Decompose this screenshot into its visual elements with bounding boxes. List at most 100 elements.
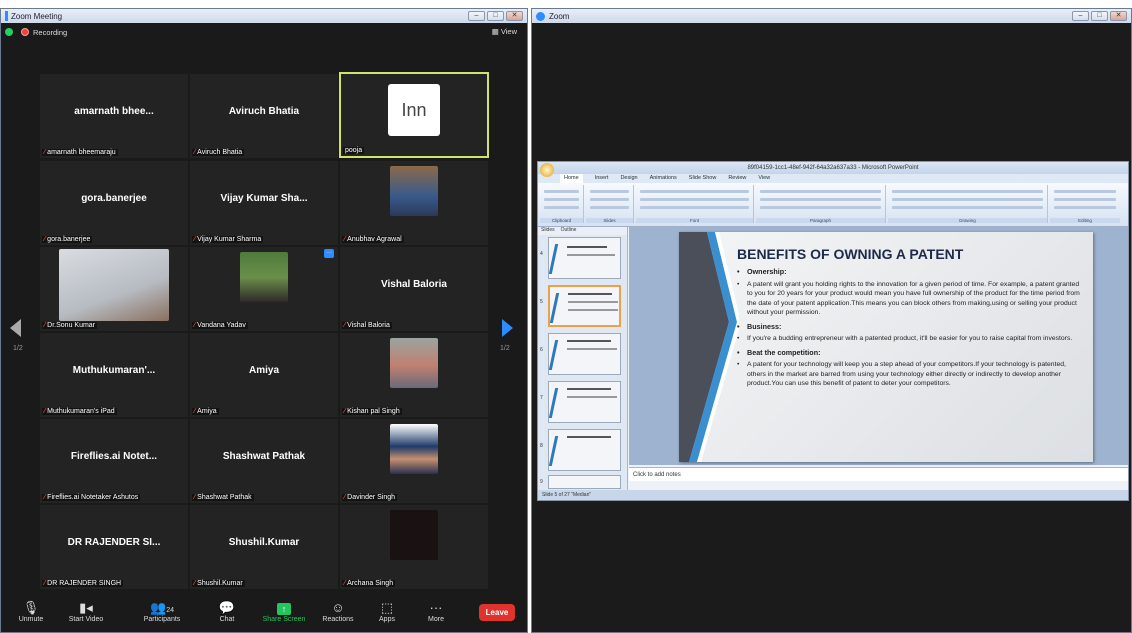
participant-tile[interactable]: DR RAJENDER SI... ⁄ DR RAJENDER SINGH [40, 505, 188, 589]
tab-review[interactable]: Review [728, 174, 746, 183]
participant-tile[interactable]: ··· ⁄ Vandana Yadav [190, 247, 338, 331]
participant-name: Fireflies.ai Notet... [70, 451, 158, 462]
more-button[interactable]: ··· More [411, 600, 461, 623]
powerpoint-body: Slides Outline 4 5 6 7 8 9 BENEFITS OF O… [538, 227, 1128, 490]
zoom-meeting-window: Zoom Meeting – □ ✕ Recording ▦ View amar… [0, 8, 528, 633]
participant-name: Shushil.Kumar [228, 537, 300, 548]
participant-tile[interactable]: ⁄ Davinder Singh [340, 419, 488, 503]
tab-outline[interactable]: Outline [561, 227, 577, 235]
slide-thumbnail[interactable] [548, 429, 621, 471]
ribbon-group-paragraph[interactable]: Paragraph [756, 185, 886, 223]
close-button[interactable]: ✕ [506, 11, 523, 21]
ribbon-group-slides[interactable]: Slides [586, 185, 634, 223]
muted-mic-icon: 🎙 [22, 600, 40, 615]
participant-tile[interactable]: ⁄ Dr.Sonu Kumar [40, 247, 188, 331]
slide-thumbnail-selected[interactable] [548, 285, 621, 327]
meeting-titlebar: Zoom Meeting – □ ✕ [1, 9, 527, 23]
slide-title: BENEFITS OF OWNING A PATENT [737, 246, 964, 262]
participant-tile[interactable]: Vishal Baloria ⁄ Vishal Baloria [340, 247, 488, 331]
ribbon-group-font[interactable]: Font [636, 185, 754, 223]
slide-thumbnail[interactable] [548, 381, 621, 423]
window-controls: – □ ✕ [468, 11, 523, 21]
slide-number: 8 [540, 443, 543, 449]
page-indicator-right: 1/2 [500, 345, 510, 352]
participants-button[interactable]: 👥24 Participants [137, 600, 187, 623]
participant-label: ⁄ Davinder Singh [342, 494, 398, 501]
ribbon-tabs: Home Insert Design Animations Slide Show… [538, 174, 1128, 183]
participant-label: ⁄ Amiya [192, 408, 219, 415]
participant-tile[interactable]: Aviruch Bhatia ⁄ Aviruch Bhatia [190, 74, 338, 158]
tab-home[interactable]: Home [560, 174, 583, 183]
active-speaker-tile[interactable]: Inn pooja [339, 72, 489, 158]
apps-button[interactable]: ⬚ Apps [362, 600, 412, 623]
participant-label: ⁄ Vishal Baloria [342, 322, 392, 329]
tab-slide-show[interactable]: Slide Show [689, 174, 717, 183]
slide-number: 6 [540, 347, 543, 353]
maximize-button[interactable]: □ [487, 11, 504, 21]
participant-label: ⁄ Archana Singh [342, 580, 396, 587]
previous-page-arrow-icon[interactable] [10, 319, 21, 337]
shield-icon[interactable] [5, 28, 13, 36]
participant-tile[interactable]: Fireflies.ai Notet... ⁄ Fireflies.ai Note… [40, 419, 188, 503]
tab-design[interactable]: Design [620, 174, 637, 183]
close-button[interactable]: ✕ [1110, 11, 1127, 21]
start-video-button[interactable]: ▮◂ Start Video [61, 600, 111, 623]
tab-animations[interactable]: Animations [650, 174, 677, 183]
participant-label: ⁄ Vandana Yadav [192, 322, 248, 329]
slide-thumbnail[interactable] [548, 333, 621, 375]
tab-insert[interactable]: Insert [595, 174, 609, 183]
slide-number: 9 [540, 479, 543, 485]
participant-tile[interactable]: Vijay Kumar Sha... ⁄ Vijay Kumar Sharma [190, 161, 338, 245]
notes-pane[interactable]: Click to add notes [629, 467, 1128, 481]
muted-mic-icon: ⁄ [344, 236, 346, 243]
slide-thumbnail[interactable] [548, 475, 621, 489]
current-slide[interactable]: BENEFITS OF OWNING A PATENT Ownership: A… [679, 232, 1093, 462]
participant-tile[interactable]: amarnath bhee... ⁄ amarnath bheemaraju [40, 74, 188, 158]
participant-tile[interactable]: gora.banerjee ⁄ gora.banerjee [40, 161, 188, 245]
participant-label: ⁄ Anubhav Agrawal [342, 236, 404, 243]
muted-mic-icon: ⁄ [194, 149, 196, 156]
participant-tile[interactable]: Shashwat Pathak ⁄ Shashwat Pathak [190, 419, 338, 503]
ribbon: Clipboard Slides Font Paragraph Drawing … [538, 183, 1128, 227]
powerpoint-title: 89f04159-1cc1-48ef-942f-64a32a637a33 - M… [747, 165, 919, 171]
muted-mic-icon: ⁄ [44, 580, 46, 587]
minimize-button[interactable]: – [468, 11, 485, 21]
zoom-share-window: Zoom – □ ✕ 89f04159-1cc1-48ef-942f-64a32… [531, 8, 1132, 633]
participant-name: Vijay Kumar Sha... [220, 193, 308, 204]
recording-label[interactable]: Recording [33, 28, 67, 37]
participants-icon: 👥24 [150, 600, 174, 615]
participant-name: amarnath bhee... [74, 106, 154, 117]
participant-tile[interactable]: Amiya ⁄ Amiya [190, 333, 338, 417]
ribbon-group-editing[interactable]: Editing [1050, 185, 1120, 223]
participant-tile[interactable]: ⁄ Kishan pal Singh [340, 333, 488, 417]
share-screen-button[interactable]: ↑ Share Screen [259, 600, 309, 623]
participant-name: Amiya [248, 365, 279, 376]
maximize-button[interactable]: □ [1091, 11, 1108, 21]
view-button[interactable]: ▦ View [492, 27, 517, 36]
window-controls: – □ ✕ [1072, 11, 1127, 21]
slide-thumbnail[interactable] [548, 237, 621, 279]
participant-photo [390, 338, 438, 388]
participant-label: ⁄ Fireflies.ai Notetaker Ashutos [42, 494, 141, 501]
next-page-arrow-icon[interactable] [502, 319, 513, 337]
unmute-button[interactable]: 🎙 Unmute [6, 600, 56, 623]
participant-tile[interactable]: ⁄ Archana Singh [340, 505, 488, 589]
ribbon-group-drawing[interactable]: Drawing [888, 185, 1048, 223]
tab-view[interactable]: View [758, 174, 770, 183]
tab-slides[interactable]: Slides [541, 227, 555, 235]
participant-tile[interactable]: Muthukumaran'... ⁄ Muthukumaran's iPad [40, 333, 188, 417]
chat-button[interactable]: 💬 Chat [202, 600, 252, 623]
office-button-icon[interactable] [540, 163, 554, 177]
minimize-button[interactable]: – [1072, 11, 1089, 21]
share-titlebar: Zoom – □ ✕ [532, 9, 1131, 23]
window-title: Zoom [549, 11, 570, 21]
muted-mic-icon: ⁄ [194, 408, 196, 415]
reactions-button[interactable]: ☺ Reactions [313, 600, 363, 623]
leave-button[interactable]: Leave [479, 604, 515, 621]
ribbon-group-clipboard[interactable]: Clipboard [540, 185, 584, 223]
participant-tile[interactable]: ⁄ Anubhav Agrawal [340, 161, 488, 245]
window-title: Zoom Meeting [11, 11, 63, 21]
muted-mic-icon: ⁄ [344, 322, 346, 329]
participant-tile[interactable]: Shushil.Kumar ⁄ Shushil.Kumar [190, 505, 338, 589]
more-options-icon[interactable]: ··· [324, 249, 334, 258]
